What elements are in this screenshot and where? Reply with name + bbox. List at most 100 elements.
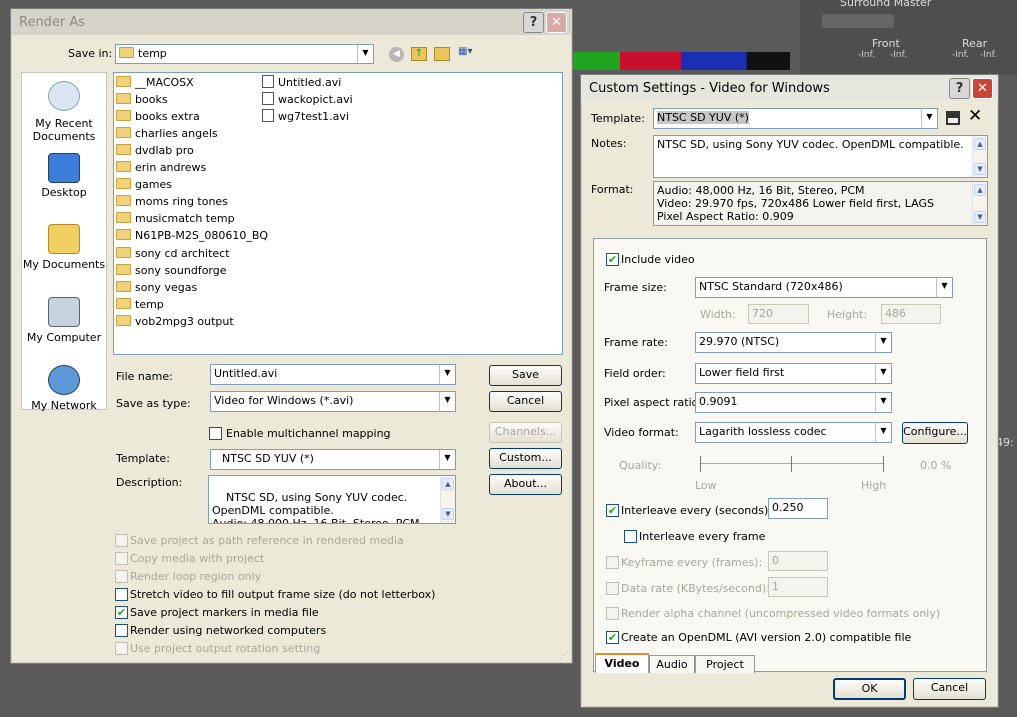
- place-my-computer[interactable]: My Computer: [22, 293, 106, 348]
- notes-scrollbar[interactable]: ▲ ▼: [972, 136, 987, 177]
- folder-item[interactable]: musicmatch temp: [116, 211, 235, 226]
- frame-size-dropdown[interactable]: NTSC Standard (720x486): [695, 277, 953, 298]
- cancel-button[interactable]: Cancel: [489, 391, 562, 412]
- back-icon[interactable]: ◀: [389, 47, 404, 62]
- option-checkbox[interactable]: ✔: [115, 606, 128, 619]
- data-rate-input[interactable]: 1: [768, 577, 828, 597]
- folder-item[interactable]: __MACOSX: [116, 75, 194, 90]
- chevron-down-icon[interactable]: [439, 365, 455, 384]
- place-my-network[interactable]: My Network: [22, 363, 106, 412]
- folder-item[interactable]: dvdlab pro: [116, 143, 194, 158]
- render-as-titlebar[interactable]: Render As: [11, 9, 572, 35]
- folder-item[interactable]: N61PB-M2S_080610_BQ: [116, 228, 268, 243]
- tab-project[interactable]: Project: [695, 655, 755, 673]
- place-desktop[interactable]: Desktop: [22, 151, 106, 201]
- file-item[interactable]: Untitled.avi: [262, 75, 341, 90]
- video-format-dropdown[interactable]: Lagarith lossless codec: [695, 422, 892, 443]
- cancel-button[interactable]: Cancel: [913, 678, 986, 700]
- save-as-type-dropdown[interactable]: Video for Windows (*.avi): [210, 391, 456, 412]
- inf-label: -Inf.: [858, 50, 875, 60]
- save-as-type-value: Video for Windows (*.avi): [214, 394, 354, 407]
- folder-item[interactable]: books: [116, 92, 168, 107]
- resize-grip-icon[interactable]: ⋰: [559, 651, 571, 663]
- option-checkbox[interactable]: [115, 642, 128, 655]
- folder-item[interactable]: temp: [116, 297, 164, 312]
- video-file-icon: [262, 109, 274, 123]
- option-checkbox[interactable]: [115, 552, 128, 565]
- scroll-down-icon[interactable]: ▼: [442, 508, 454, 520]
- scroll-up-icon[interactable]: ▲: [974, 138, 986, 150]
- video-format-value: Lagarith lossless codec: [699, 425, 827, 438]
- scroll-up-icon[interactable]: ▲: [974, 184, 986, 196]
- folder-item[interactable]: sony vegas: [116, 280, 197, 295]
- interleave-frame-checkbox[interactable]: [624, 530, 637, 543]
- help-button[interactable]: ?: [523, 12, 544, 33]
- template-combo[interactable]: NTSC SD YUV (*): [653, 108, 938, 129]
- keyframe-checkbox[interactable]: [606, 556, 619, 569]
- option-checkbox[interactable]: [115, 570, 128, 583]
- custom-settings-titlebar[interactable]: Custom Settings - Video for Windows: [581, 75, 998, 101]
- folder-item[interactable]: games: [116, 177, 172, 192]
- help-button[interactable]: ?: [949, 78, 970, 99]
- folder-item[interactable]: books extra: [116, 109, 200, 124]
- ok-button[interactable]: OK: [833, 678, 906, 700]
- close-button[interactable]: ✕: [546, 12, 567, 33]
- data-rate-checkbox[interactable]: [606, 582, 619, 595]
- tab-video[interactable]: Video: [595, 653, 649, 673]
- option-label: Save project markers in media file: [130, 606, 319, 619]
- desktop-icon: [48, 153, 80, 183]
- delete-template-icon[interactable]: ✕: [968, 107, 982, 125]
- folder-item[interactable]: sony soundforge: [116, 263, 227, 278]
- place-my-documents[interactable]: My Documents: [22, 221, 106, 276]
- frame-rate-dropdown[interactable]: 29.970 (NTSC): [695, 332, 892, 353]
- keyframe-input[interactable]: 0: [768, 551, 828, 571]
- pixel-aspect-ratio-dropdown[interactable]: 0.9091: [695, 392, 892, 413]
- option-checkbox[interactable]: [115, 588, 128, 601]
- folder-item[interactable]: charlies angels: [116, 126, 218, 141]
- save-button[interactable]: Save: [489, 365, 562, 386]
- render-as-dialog: Render As ? ✕ Save in: temp ◀ ↑ ▦▾ My Re…: [10, 8, 573, 664]
- scroll-down-icon[interactable]: ▼: [974, 211, 986, 223]
- interleave-input[interactable]: 0.250: [768, 498, 828, 519]
- configure-button[interactable]: Configure...: [902, 422, 968, 444]
- alpha-channel-checkbox[interactable]: [606, 607, 619, 620]
- scroll-up-icon[interactable]: ▲: [442, 478, 454, 490]
- interleave-checkbox[interactable]: ✔: [606, 504, 619, 517]
- folder-item[interactable]: vob2mpg3 output: [116, 314, 234, 329]
- opendml-checkbox[interactable]: ✔: [606, 631, 619, 644]
- place-my-recent-documents[interactable]: My Recent Documents: [22, 77, 106, 143]
- scroll-down-icon[interactable]: ▼: [974, 163, 986, 175]
- folder-item[interactable]: erin andrews: [116, 160, 206, 175]
- include-video-checkbox[interactable]: ✔: [606, 253, 619, 266]
- save-in-dropdown[interactable]: temp: [115, 44, 374, 64]
- inf-label: -Inf.: [890, 50, 907, 60]
- new-folder-icon[interactable]: [434, 47, 450, 61]
- file-name-input[interactable]: Untitled.avi: [210, 364, 456, 385]
- channels-button[interactable]: Channels...: [489, 422, 562, 443]
- format-scrollbar[interactable]: ▲ ▼: [972, 182, 987, 225]
- view-menu-icon[interactable]: ▦▾: [458, 46, 482, 62]
- quality-slider[interactable]: [700, 454, 884, 476]
- file-item[interactable]: wg7test1.avi: [262, 109, 349, 124]
- notes-box[interactable]: NTSC SD, using Sony YUV codec. OpenDML c…: [653, 135, 988, 178]
- folder-item[interactable]: moms ring tones: [116, 194, 228, 209]
- close-button[interactable]: ✕: [972, 78, 993, 99]
- bus-icons[interactable]: [822, 14, 894, 28]
- tab-audio[interactable]: Audio: [649, 655, 695, 673]
- field-order-dropdown[interactable]: Lower field first: [695, 363, 892, 384]
- file-list[interactable]: __MACOSXbooks books extra charlies angels d…: [113, 72, 563, 355]
- about-button[interactable]: About...: [489, 474, 562, 495]
- option-checkbox[interactable]: [115, 624, 128, 637]
- folder-item[interactable]: sony cd architect: [116, 246, 230, 261]
- folder-icon: [116, 161, 131, 173]
- description-scrollbar[interactable]: ▲ ▼: [440, 476, 455, 523]
- height-input[interactable]: 486: [881, 304, 941, 324]
- save-template-icon[interactable]: [946, 111, 960, 125]
- up-folder-icon[interactable]: ↑: [411, 47, 427, 61]
- option-checkbox[interactable]: [115, 534, 128, 547]
- width-input[interactable]: 720: [748, 304, 809, 324]
- multichannel-checkbox[interactable]: [209, 427, 222, 440]
- custom-button[interactable]: Custom...: [489, 448, 562, 469]
- template-dropdown[interactable]: NTSC SD YUV (*): [210, 449, 456, 470]
- file-item[interactable]: wackopict.avi: [262, 92, 353, 107]
